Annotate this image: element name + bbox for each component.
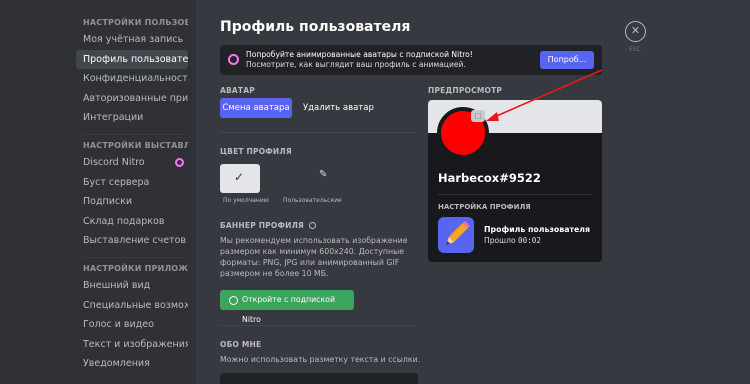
sidebar-item-label: Моя учётная запись <box>83 34 184 45</box>
activity-section-label: НАСТРОЙКА ПРОФИЛЯ <box>438 203 531 211</box>
sidebar-item-label: Авторизованные прил... <box>83 92 188 104</box>
username: Harbecox#9522 <box>438 171 541 185</box>
sidebar-item-label: Уведомления <box>83 358 150 370</box>
sidebar-item-label: Текст и изображения <box>83 338 188 350</box>
nitro-upsell-banner: Попробуйте анимированные аватары с подпи… <box>220 45 602 75</box>
sidebar-section-header: НАСТРОЙКИ ВЫСТАВЛЕН... <box>83 140 188 150</box>
profile-banner-label: БАННЕР ПРОФИЛЯ <box>220 221 316 230</box>
about-me-input[interactable] <box>220 373 418 384</box>
check-icon: ✓ <box>234 170 245 184</box>
sidebar-divider <box>83 251 184 258</box>
close-icon: ✕ <box>630 24 641 37</box>
sidebar-item-label: Профиль пользователя <box>83 53 188 65</box>
sidebar-item[interactable]: Специальные возмож... <box>76 296 188 315</box>
sidebar-item-label: Буст сервера <box>83 176 150 188</box>
about-me-label: ОБО МНЕ <box>220 340 262 349</box>
profile-color-label: ЦВЕТ ПРОФИЛЯ <box>220 147 292 156</box>
nitro-upsell-rest: Посмотрите, как выглядит ваш профиль с а… <box>246 60 466 69</box>
sidebar-item-label: Специальные возмож... <box>83 299 188 311</box>
sidebar-item[interactable]: Авторизованные прил... <box>76 89 188 108</box>
pencil-app-icon <box>438 217 474 253</box>
sidebar-item[interactable]: Интеграции <box>76 108 188 127</box>
settings-main: Профиль пользователя Попробуйте анимиров… <box>196 0 750 384</box>
profile-banner-description: Мы рекомендуем использовать изображение … <box>220 236 408 278</box>
activity-elapsed-prefix: Прошло <box>484 236 519 245</box>
sidebar-item-label: Голос и видео <box>83 319 154 331</box>
nitro-icon <box>229 296 238 305</box>
unlock-with-nitro-button[interactable]: Откройте с подпиской Nitro <box>220 290 354 324</box>
eyedropper-icon: ✎ <box>319 169 328 180</box>
divider <box>438 194 592 195</box>
nitro-icon <box>175 157 184 167</box>
activity-title: Профиль пользователя <box>484 225 591 234</box>
custom-color-label: Пользовательские <box>283 197 342 204</box>
default-color-label: По умолчанию <box>223 197 269 204</box>
sidebar-item-label: Discord Nitro <box>83 156 145 168</box>
remove-avatar-button[interactable]: Удалить аватар <box>303 98 374 118</box>
color-swatch-custom[interactable]: ✎ <box>267 164 327 193</box>
preview-label: ПРЕДПРОСМОТР <box>428 86 503 95</box>
sidebar-item[interactable]: Моя учётная запись <box>76 30 188 49</box>
sidebar-item[interactable]: Discord Nitro <box>76 153 188 172</box>
change-avatar-button[interactable]: Смена аватара <box>220 98 292 118</box>
sidebar-item[interactable]: Профиль пользователя <box>76 49 188 69</box>
sidebar-item-label: Интеграции <box>83 112 144 124</box>
unlock-with-nitro-label: Откройте с подпиской Nitro <box>242 295 336 324</box>
sidebar-list: НАСТРОЙКИ ПОЛЬЗОВАТЕ... Моя учётная запис… <box>76 12 188 374</box>
nitro-upsell-bold: Попробуйте анимированные аватары с подпи… <box>246 50 473 59</box>
sidebar-item-label: Выставление счетов <box>83 235 186 247</box>
profile-banner-label-text: БАННЕР ПРОФИЛЯ <box>220 221 304 230</box>
sidebar-item[interactable]: Склад подарков <box>76 212 188 231</box>
sidebar-item[interactable]: Выставление счетов <box>76 231 188 250</box>
sidebar-item[interactable]: Уведомления <box>76 354 188 373</box>
sidebar-item-label: Внешний вид <box>83 279 151 291</box>
sidebar-divider <box>83 128 184 135</box>
sidebar-item[interactable]: Конфиденциальность <box>76 69 188 88</box>
nitro-badge-icon <box>308 222 316 229</box>
nitro-icon <box>228 54 239 65</box>
sidebar-item[interactable]: Подписки <box>76 192 188 211</box>
sidebar-section-header: НАСТРОЙКИ ПОЛЬЗОВАТЕ... <box>83 18 188 27</box>
sidebar-item[interactable]: Внешний вид <box>76 276 188 295</box>
color-swatch-default[interactable]: ✓ <box>220 164 260 193</box>
settings-sidebar: НАСТРОЙКИ ПОЛЬЗОВАТЕ... Моя учётная запис… <box>0 0 196 384</box>
divider <box>220 132 416 133</box>
esc-hint: ESC <box>629 46 641 53</box>
sidebar-item-label: Конфиденциальность <box>83 73 188 85</box>
sidebar-section-header: НАСТРОЙКИ ПРИЛОЖЕНИЯ <box>83 263 188 273</box>
try-nitro-button[interactable]: Попроб... <box>540 51 594 69</box>
page-title: Профиль пользователя <box>220 19 411 35</box>
sidebar-item-label: Склад подарков <box>83 215 165 227</box>
close-button[interactable]: ✕ <box>625 21 646 42</box>
avatar-section-label: АВАТАР <box>220 86 255 95</box>
activity-elapsed-time: 00:02 <box>518 236 541 245</box>
sidebar-item-label: Подписки <box>83 196 133 208</box>
edit-avatar-icon[interactable]: ⬚ <box>471 110 485 122</box>
nitro-upsell-text: Попробуйте анимированные аватары с подпи… <box>246 50 516 70</box>
activity-elapsed: Прошло 00:02 <box>484 236 541 245</box>
sidebar-item[interactable]: Буст сервера <box>76 173 188 192</box>
sidebar-item[interactable]: Голос и видео <box>76 315 188 334</box>
profile-preview-card: ⬚ Harbecox#9522 НАСТРОЙКА ПРОФИЛЯ Профил… <box>428 100 602 262</box>
sidebar-item[interactable]: Текст и изображения <box>76 335 188 354</box>
about-me-description: Можно использовать разметку текста и ссы… <box>220 355 421 364</box>
divider <box>220 325 416 326</box>
